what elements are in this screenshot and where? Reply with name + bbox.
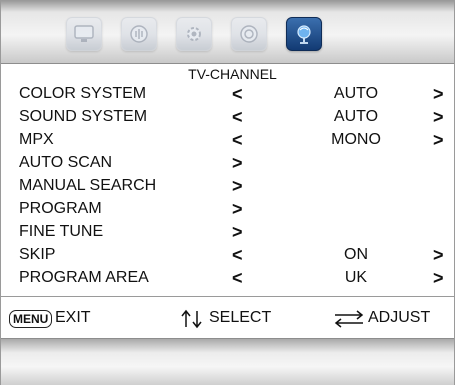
setup-icon [187, 27, 201, 41]
menu-row-label: FINE TUNE [19, 223, 104, 240]
enter-arrow-icon[interactable]: > [232, 152, 243, 174]
right-arrow-icon[interactable]: > [433, 106, 444, 128]
tab-feature[interactable] [231, 17, 267, 51]
menu-row-fine-tune[interactable]: FINE TUNE > [1, 221, 454, 243]
tab-tv-picture[interactable] [66, 17, 102, 51]
exit-label: EXIT [55, 309, 91, 326]
up-down-arrows-icon [181, 309, 202, 329]
left-arrow-icon[interactable]: < [232, 83, 243, 105]
right-arrow-icon[interactable]: > [433, 267, 444, 289]
footer-divider [1, 296, 454, 297]
right-arrow-icon[interactable]: > [433, 129, 444, 151]
tab-tv-channel[interactable] [286, 17, 322, 51]
left-arrow-icon[interactable]: < [232, 244, 243, 266]
menu-row-label: MPX [19, 131, 54, 148]
menu-row-value: AUTO [333, 85, 379, 102]
menu-row-label: COLOR SYSTEM [19, 85, 147, 102]
tv-channel-icon [297, 25, 311, 44]
menu-row-value: UK [344, 269, 368, 286]
menu-key-badge: MENU [9, 310, 53, 328]
tv-picture-icon [74, 25, 94, 42]
osd-window: TV-CHANNEL COLOR SYSTEM < AUTO > SOUND S… [0, 0, 455, 385]
left-arrow-icon[interactable]: < [232, 267, 243, 289]
menu-row-color-system[interactable]: COLOR SYSTEM < AUTO > [1, 83, 454, 105]
menu-row-program[interactable]: PROGRAM > [1, 198, 454, 220]
menu-tab-bar [1, 1, 454, 64]
menu-row-label: SOUND SYSTEM [19, 108, 148, 125]
select-label: SELECT [209, 309, 272, 326]
menu-row-label: AUTO SCAN [19, 154, 113, 171]
enter-arrow-icon[interactable]: > [232, 198, 243, 220]
right-arrow-icon[interactable]: > [433, 244, 444, 266]
adjust-label: ADJUST [368, 309, 431, 326]
menu-title: TV-CHANNEL [188, 66, 277, 82]
menu-row-program-area[interactable]: PROGRAM AREA < UK > [1, 267, 454, 289]
menu-row-label: MANUAL SEARCH [19, 177, 157, 194]
menu-row-value: AUTO [333, 108, 379, 125]
tab-sound[interactable] [121, 17, 157, 51]
menu-row-value: MONO [331, 131, 381, 148]
bottom-bar [1, 338, 454, 385]
menu-row-auto-scan[interactable]: AUTO SCAN > [1, 152, 454, 174]
sound-icon [130, 25, 148, 43]
menu-row-label: PROGRAM [19, 200, 102, 217]
menu-row-sound-system[interactable]: SOUND SYSTEM < AUTO > [1, 106, 454, 128]
right-arrow-icon[interactable]: > [433, 83, 444, 105]
menu-row-label: SKIP [19, 246, 56, 263]
key-legend: MENU EXIT SELECT ADJUST [1, 304, 454, 332]
enter-arrow-icon[interactable]: > [232, 221, 243, 243]
tab-setup[interactable] [176, 17, 212, 51]
left-arrow-icon[interactable]: < [232, 106, 243, 128]
menu-row-manual-search[interactable]: MANUAL SEARCH > [1, 175, 454, 197]
menu-row-label: PROGRAM AREA [19, 269, 149, 286]
menu-row-skip[interactable]: SKIP < ON > [1, 244, 454, 266]
left-arrow-icon[interactable]: < [232, 129, 243, 151]
left-right-arrows-icon [334, 310, 364, 328]
menu-row-mpx[interactable]: MPX < MONO > [1, 129, 454, 151]
enter-arrow-icon[interactable]: > [232, 175, 243, 197]
menu-row-value: ON [344, 246, 368, 263]
feature-icon [240, 25, 258, 43]
